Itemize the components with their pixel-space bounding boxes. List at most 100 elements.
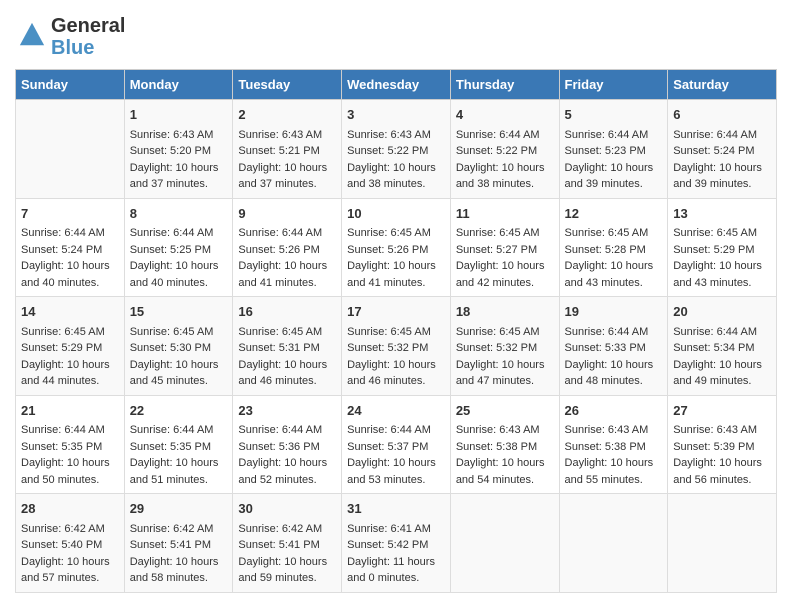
day-info: Sunrise: 6:45 AM Sunset: 5:32 PM Dayligh… <box>347 326 436 388</box>
calendar-cell: 5 Sunrise: 6:44 AM Sunset: 5:23 PM Daylig… <box>559 100 668 199</box>
calendar-cell: 15 Sunrise: 6:45 AM Sunset: 5:30 PM Dayli… <box>124 297 233 396</box>
day-number: 5 <box>565 105 663 125</box>
calendar-cell: 23 Sunrise: 6:44 AM Sunset: 5:36 PM Dayli… <box>233 395 342 494</box>
day-info: Sunrise: 6:44 AM Sunset: 5:24 PM Dayligh… <box>21 227 110 289</box>
day-number: 28 <box>21 499 119 519</box>
day-info: Sunrise: 6:44 AM Sunset: 5:24 PM Dayligh… <box>673 129 762 191</box>
day-number: 8 <box>130 204 228 224</box>
day-number: 25 <box>456 401 554 421</box>
week-row-2: 7 Sunrise: 6:44 AM Sunset: 5:24 PM Daylig… <box>16 198 777 297</box>
day-info: Sunrise: 6:43 AM Sunset: 5:38 PM Dayligh… <box>565 424 654 486</box>
day-number: 15 <box>130 302 228 322</box>
day-number: 7 <box>21 204 119 224</box>
day-header-saturday: Saturday <box>668 70 777 100</box>
calendar-cell: 27 Sunrise: 6:43 AM Sunset: 5:39 PM Dayli… <box>668 395 777 494</box>
day-info: Sunrise: 6:45 AM Sunset: 5:27 PM Dayligh… <box>456 227 545 289</box>
day-info: Sunrise: 6:44 AM Sunset: 5:22 PM Dayligh… <box>456 129 545 191</box>
calendar-cell: 10Sunrise: 6:45 AM Sunset: 5:26 PM Dayli… <box>342 198 451 297</box>
day-number: 9 <box>238 204 336 224</box>
calendar-table: SundayMondayTuesdayWednesdayThursdayFrid… <box>15 69 777 593</box>
day-number: 11 <box>456 204 554 224</box>
calendar-cell: 11 Sunrise: 6:45 AM Sunset: 5:27 PM Dayli… <box>450 198 559 297</box>
day-info: Sunrise: 6:41 AM Sunset: 5:42 PM Dayligh… <box>347 523 435 585</box>
day-header-sunday: Sunday <box>16 70 125 100</box>
calendar-cell: 9 Sunrise: 6:44 AM Sunset: 5:26 PM Daylig… <box>233 198 342 297</box>
day-info: Sunrise: 6:43 AM Sunset: 5:20 PM Dayligh… <box>130 129 219 191</box>
day-info: Sunrise: 6:44 AM Sunset: 5:25 PM Dayligh… <box>130 227 219 289</box>
calendar-cell: 16 Sunrise: 6:45 AM Sunset: 5:31 PM Dayli… <box>233 297 342 396</box>
calendar-cell: 2Sunrise: 6:43 AM Sunset: 5:21 PM Daylig… <box>233 100 342 199</box>
day-number: 27 <box>673 401 771 421</box>
calendar-cell: 30 Sunrise: 6:42 AM Sunset: 5:41 PM Dayli… <box>233 494 342 593</box>
week-row-1: 1 Sunrise: 6:43 AM Sunset: 5:20 PM Daylig… <box>16 100 777 199</box>
calendar-cell: 17Sunrise: 6:45 AM Sunset: 5:32 PM Dayli… <box>342 297 451 396</box>
day-number: 30 <box>238 499 336 519</box>
calendar-cell: 12 Sunrise: 6:45 AM Sunset: 5:28 PM Dayli… <box>559 198 668 297</box>
day-header-monday: Monday <box>124 70 233 100</box>
day-number: 4 <box>456 105 554 125</box>
day-info: Sunrise: 6:43 AM Sunset: 5:22 PM Dayligh… <box>347 129 436 191</box>
calendar-cell: 1 Sunrise: 6:43 AM Sunset: 5:20 PM Daylig… <box>124 100 233 199</box>
day-info: Sunrise: 6:42 AM Sunset: 5:40 PM Dayligh… <box>21 523 110 585</box>
day-number: 6 <box>673 105 771 125</box>
calendar-cell: 25 Sunrise: 6:43 AM Sunset: 5:38 PM Dayli… <box>450 395 559 494</box>
day-info: Sunrise: 6:45 AM Sunset: 5:31 PM Dayligh… <box>238 326 327 388</box>
day-info: Sunrise: 6:45 AM Sunset: 5:32 PM Dayligh… <box>456 326 545 388</box>
calendar-cell: 20Sunrise: 6:44 AM Sunset: 5:34 PM Dayli… <box>668 297 777 396</box>
day-number: 24 <box>347 401 445 421</box>
week-row-3: 14Sunrise: 6:45 AM Sunset: 5:29 PM Dayli… <box>16 297 777 396</box>
day-number: 19 <box>565 302 663 322</box>
day-number: 23 <box>238 401 336 421</box>
day-number: 3 <box>347 105 445 125</box>
day-number: 1 <box>130 105 228 125</box>
calendar-cell: 6 Sunrise: 6:44 AM Sunset: 5:24 PM Daylig… <box>668 100 777 199</box>
day-number: 29 <box>130 499 228 519</box>
calendar-cell: 19 Sunrise: 6:44 AM Sunset: 5:33 PM Dayli… <box>559 297 668 396</box>
day-info: Sunrise: 6:43 AM Sunset: 5:38 PM Dayligh… <box>456 424 545 486</box>
day-info: Sunrise: 6:45 AM Sunset: 5:28 PM Dayligh… <box>565 227 654 289</box>
day-header-wednesday: Wednesday <box>342 70 451 100</box>
day-number: 2 <box>238 105 336 125</box>
logo-line2: Blue <box>51 37 125 59</box>
calendar-cell <box>450 494 559 593</box>
day-number: 21 <box>21 401 119 421</box>
calendar-cell: 22Sunrise: 6:44 AM Sunset: 5:35 PM Dayli… <box>124 395 233 494</box>
day-header-thursday: Thursday <box>450 70 559 100</box>
day-number: 31 <box>347 499 445 519</box>
week-row-5: 28 Sunrise: 6:42 AM Sunset: 5:40 PM Dayli… <box>16 494 777 593</box>
calendar-cell: 3 Sunrise: 6:43 AM Sunset: 5:22 PM Daylig… <box>342 100 451 199</box>
calendar-cell <box>16 100 125 199</box>
calendar-cell: 26 Sunrise: 6:43 AM Sunset: 5:38 PM Dayli… <box>559 395 668 494</box>
logo-line1: General <box>51 15 125 37</box>
calendar-cell: 4 Sunrise: 6:44 AM Sunset: 5:22 PM Daylig… <box>450 100 559 199</box>
calendar-cell: 31 Sunrise: 6:41 AM Sunset: 5:42 PM Dayli… <box>342 494 451 593</box>
calendar-cell: 21 Sunrise: 6:44 AM Sunset: 5:35 PM Dayli… <box>16 395 125 494</box>
day-header-friday: Friday <box>559 70 668 100</box>
calendar-cell <box>668 494 777 593</box>
calendar-cell: 29 Sunrise: 6:42 AM Sunset: 5:41 PM Dayli… <box>124 494 233 593</box>
page-header: General Blue <box>15 15 777 59</box>
day-info: Sunrise: 6:44 AM Sunset: 5:37 PM Dayligh… <box>347 424 436 486</box>
day-info: Sunrise: 6:44 AM Sunset: 5:35 PM Dayligh… <box>21 424 110 486</box>
day-info: Sunrise: 6:42 AM Sunset: 5:41 PM Dayligh… <box>238 523 327 585</box>
days-header-row: SundayMondayTuesdayWednesdayThursdayFrid… <box>16 70 777 100</box>
calendar-cell: 13 Sunrise: 6:45 AM Sunset: 5:29 PM Dayli… <box>668 198 777 297</box>
logo: General Blue <box>15 15 125 59</box>
calendar-cell: 18Sunrise: 6:45 AM Sunset: 5:32 PM Dayli… <box>450 297 559 396</box>
day-number: 13 <box>673 204 771 224</box>
calendar-cell <box>559 494 668 593</box>
day-info: Sunrise: 6:44 AM Sunset: 5:36 PM Dayligh… <box>238 424 327 486</box>
day-number: 14 <box>21 302 119 322</box>
day-number: 12 <box>565 204 663 224</box>
day-number: 26 <box>565 401 663 421</box>
calendar-cell: 8 Sunrise: 6:44 AM Sunset: 5:25 PM Daylig… <box>124 198 233 297</box>
day-info: Sunrise: 6:44 AM Sunset: 5:33 PM Dayligh… <box>565 326 654 388</box>
day-info: Sunrise: 6:44 AM Sunset: 5:26 PM Dayligh… <box>238 227 327 289</box>
week-row-4: 21 Sunrise: 6:44 AM Sunset: 5:35 PM Dayli… <box>16 395 777 494</box>
day-info: Sunrise: 6:42 AM Sunset: 5:41 PM Dayligh… <box>130 523 219 585</box>
day-info: Sunrise: 6:45 AM Sunset: 5:30 PM Dayligh… <box>130 326 219 388</box>
day-info: Sunrise: 6:44 AM Sunset: 5:23 PM Dayligh… <box>565 129 654 191</box>
day-info: Sunrise: 6:43 AM Sunset: 5:39 PM Dayligh… <box>673 424 762 486</box>
day-info: Sunrise: 6:45 AM Sunset: 5:29 PM Dayligh… <box>673 227 762 289</box>
day-number: 16 <box>238 302 336 322</box>
